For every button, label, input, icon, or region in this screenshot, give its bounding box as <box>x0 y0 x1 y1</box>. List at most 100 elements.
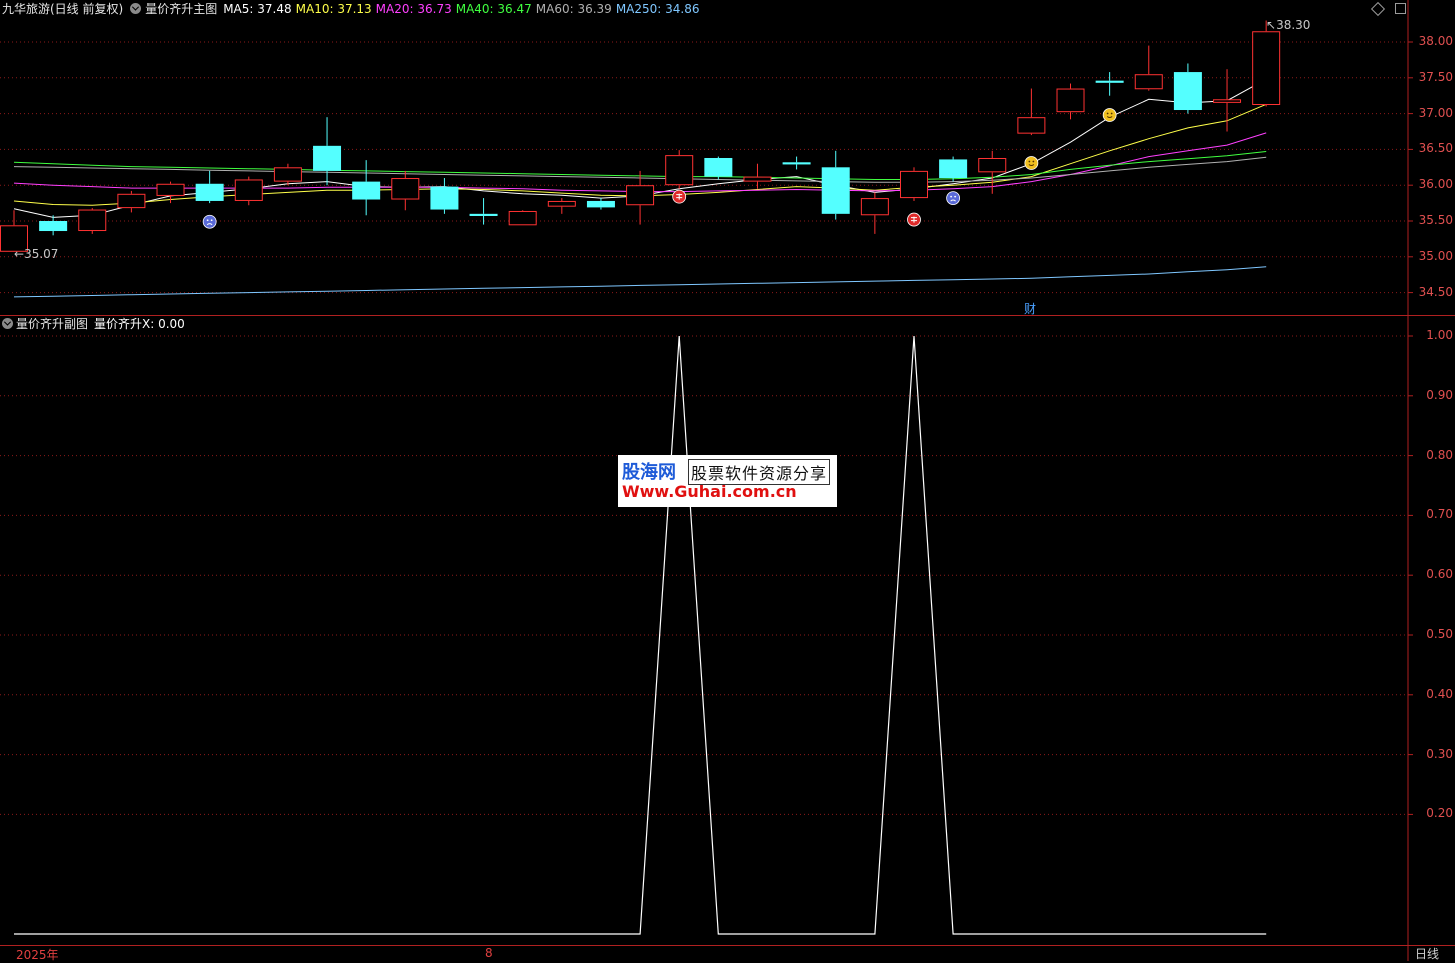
candle-body <box>469 213 498 216</box>
candle-body <box>704 157 733 177</box>
marker-eye <box>950 195 953 198</box>
candlesticks <box>0 20 1281 252</box>
ma-legend: MA5: 37.48 MA10: 37.13 MA20: 36.73 MA40: 36… <box>223 2 703 16</box>
candle <box>234 176 263 206</box>
sub-axis-label: 0.30 <box>1426 746 1453 761</box>
candle-body <box>391 178 420 200</box>
main-axis-label: 38.00 <box>1418 34 1453 48</box>
candle-body <box>117 193 146 209</box>
candle-body <box>78 209 107 232</box>
candle-body <box>1213 99 1242 103</box>
candle-body <box>508 210 537 226</box>
marker-eye <box>1032 160 1035 163</box>
candle <box>1095 72 1124 96</box>
candle <box>391 170 420 211</box>
candle-body <box>821 167 850 214</box>
candle <box>939 156 968 182</box>
candle-body <box>313 145 342 171</box>
marker-eye <box>1110 112 1113 115</box>
marker-eye <box>210 219 213 222</box>
candle <box>39 215 68 236</box>
candle-body <box>899 170 928 199</box>
candle-body <box>547 200 576 207</box>
date-year: 2025年 <box>16 948 59 962</box>
candle <box>352 160 381 216</box>
candle <box>821 150 850 220</box>
candle <box>665 150 694 189</box>
sub-axis-label: 0.20 <box>1426 806 1453 821</box>
sub-indicator-menu-icon[interactable] <box>2 318 13 329</box>
indicator-name[interactable]: 量价齐升主图 <box>145 2 217 16</box>
candle-body <box>978 157 1007 173</box>
candle-body <box>39 221 68 232</box>
watermark-url: Www.Guhai.com.cn <box>622 482 797 501</box>
ma-legend-item: MA20: 36.73 <box>375 2 452 16</box>
main-header: 九华旅游(日线 前复权) 量价齐升主图 MA5: 37.48 MA10: 37.13 M… <box>0 0 708 18</box>
main-axis-label: 36.00 <box>1418 177 1453 192</box>
sub-axis-label: 1.00 <box>1426 328 1453 342</box>
candle <box>469 198 498 225</box>
marker-eye <box>954 195 957 198</box>
marker-blue-face <box>946 191 961 205</box>
marker-circle <box>202 214 217 229</box>
high-price-mark: ↖38.30 <box>1266 18 1311 32</box>
candle-body <box>195 183 224 201</box>
candle-body <box>860 198 889 216</box>
window-icon[interactable] <box>1395 3 1406 14</box>
candle-body <box>1134 74 1163 90</box>
candle-body <box>1017 117 1046 134</box>
marker-circle <box>1102 108 1117 122</box>
main-axis-label: 37.50 <box>1418 69 1453 84</box>
marker-eye <box>1028 160 1031 163</box>
watermark: 股海网 股票软件资源分享 Www.Guhai.com.cn <box>618 455 837 507</box>
marker-blue-face <box>202 214 217 229</box>
candle <box>313 117 342 186</box>
ma-legend-item: MA250: 34.86 <box>615 2 700 16</box>
candle-body <box>234 179 263 201</box>
candle <box>273 163 302 186</box>
candle <box>117 190 146 213</box>
candle <box>704 156 733 180</box>
marker-eye <box>1106 112 1109 115</box>
stock-title[interactable]: 九华旅游(日线 前复权) <box>2 2 123 16</box>
sub-header: 量价齐升副图 量价齐升X: 0.00 <box>0 315 185 333</box>
main-axis-label: 34.50 <box>1418 284 1453 299</box>
indicator-menu-icon[interactable] <box>130 3 142 14</box>
sub-axis-label: 0.40 <box>1426 686 1453 701</box>
candle <box>626 170 655 225</box>
finance-event-marker[interactable]: 财 <box>1024 300 1036 317</box>
sub-axis-label: 0.60 <box>1426 567 1453 582</box>
candle-body <box>665 155 694 186</box>
candle-body <box>430 186 459 210</box>
sub-axis-label: 0.70 <box>1426 507 1453 522</box>
candle-body <box>1252 31 1281 106</box>
low-price-mark: ←35.07 <box>14 247 59 261</box>
candle-body <box>743 176 772 182</box>
marker-eye <box>206 219 209 222</box>
main-axis-label: 35.50 <box>1418 213 1453 227</box>
candle <box>1017 88 1046 136</box>
candle-body <box>586 200 615 208</box>
candle <box>1056 83 1085 120</box>
marker-red-buy <box>672 189 687 204</box>
candle <box>508 210 537 226</box>
ma-legend-item: MA10: 37.13 <box>295 2 372 16</box>
candle-body <box>939 159 968 179</box>
sub-axis-label: 0.50 <box>1426 627 1453 641</box>
candle <box>1134 45 1163 91</box>
marker-red-buy <box>907 212 921 227</box>
main-axis-label: 35.00 <box>1418 248 1453 263</box>
candle-body <box>1173 72 1202 111</box>
sub-axis-label: 0.90 <box>1426 387 1453 402</box>
candle-body <box>156 183 185 196</box>
period-label[interactable]: 日线 <box>1415 945 1439 962</box>
sub-indicator-name[interactable]: 量价齐升副图 <box>16 317 88 331</box>
date-month: 8 <box>485 946 493 960</box>
candle <box>78 208 107 234</box>
candle-body <box>626 185 655 206</box>
candle <box>1173 63 1202 114</box>
high-price-value: 38.30 <box>1276 18 1311 32</box>
candle <box>899 167 928 201</box>
candle <box>586 198 615 210</box>
candle <box>0 210 28 252</box>
